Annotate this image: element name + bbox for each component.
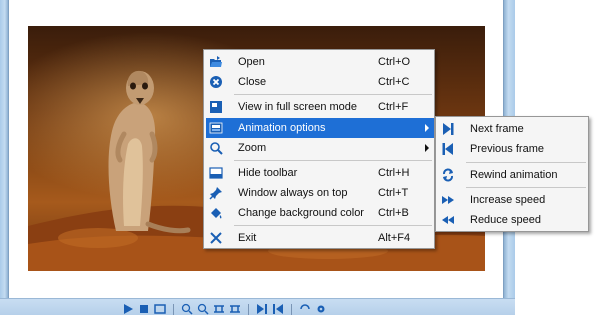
paint-bucket-icon xyxy=(211,208,222,219)
submenu-item-label: Reduce speed xyxy=(470,214,541,226)
fullscreen-icon xyxy=(210,101,222,113)
rewind-loop-icon xyxy=(443,168,453,182)
menu-item-change-background-color[interactable]: Change background color Ctrl+B xyxy=(206,203,434,223)
fit-width-icon[interactable] xyxy=(213,303,225,315)
exit-x-icon xyxy=(210,232,222,244)
play-icon[interactable] xyxy=(122,303,134,315)
toolbar-icon xyxy=(209,167,223,179)
menu-item-shortcut: Ctrl+F xyxy=(378,101,409,113)
menu-item-label: Zoom xyxy=(238,142,267,154)
submenu-item-label: Next frame xyxy=(470,123,524,135)
fast-forward-icon xyxy=(442,196,454,204)
menu-item-hide-toolbar[interactable]: Hide toolbar Ctrl+H xyxy=(206,163,434,183)
submenu-item-rewind-animation[interactable]: Rewind animation xyxy=(438,165,588,185)
window-frame-left xyxy=(0,0,9,315)
previous-frame-icon xyxy=(442,143,453,155)
menu-item-close[interactable]: Close Ctrl+C xyxy=(206,72,434,92)
next-frame-icon[interactable] xyxy=(256,303,268,315)
menu-separator xyxy=(466,187,586,188)
zoom-out-icon[interactable] xyxy=(197,303,209,315)
submenu-item-increase-speed[interactable]: Increase speed xyxy=(438,190,588,210)
menu-item-shortcut: Ctrl+C xyxy=(378,76,410,88)
menu-item-label: Close xyxy=(238,76,267,88)
fullscreen-icon[interactable] xyxy=(154,303,166,315)
zoom-in-icon[interactable] xyxy=(181,303,193,315)
fast-rewind-icon xyxy=(442,216,454,224)
menu-item-shortcut: Ctrl+H xyxy=(378,167,410,179)
submenu-item-reduce-speed[interactable]: Reduce speed xyxy=(438,210,588,230)
menu-item-label: Exit xyxy=(238,232,257,244)
viewer-toolbar xyxy=(122,303,327,315)
menu-separator xyxy=(234,94,432,95)
menu-item-shortcut: Ctrl+B xyxy=(378,207,409,219)
gear-icon[interactable] xyxy=(315,303,327,315)
menu-item-shortcut: Alt+F4 xyxy=(378,232,411,244)
magnifier-icon xyxy=(210,142,223,155)
submenu-arrow-icon xyxy=(425,124,429,132)
menu-item-animation-options[interactable]: Animation options xyxy=(206,118,434,138)
animation-options-submenu: Next frame Previous frame Rewind animati… xyxy=(435,116,589,232)
submenu-arrow-icon xyxy=(425,144,429,152)
toolbar-separator xyxy=(248,303,249,315)
menu-item-zoom[interactable]: Zoom xyxy=(206,138,434,158)
menu-separator xyxy=(234,225,432,226)
menu-item-full-screen[interactable]: View in full screen mode Ctrl+F xyxy=(206,97,434,117)
film-icon xyxy=(209,122,223,134)
submenu-item-next-frame[interactable]: Next frame xyxy=(438,119,588,139)
menu-item-open[interactable]: Open Ctrl+O xyxy=(206,52,434,72)
previous-frame-icon[interactable] xyxy=(272,303,284,315)
menu-item-shortcut: Ctrl+O xyxy=(378,56,411,68)
fit-height-icon[interactable] xyxy=(229,303,241,315)
toolbar-separator xyxy=(291,303,292,315)
context-menu: Open Ctrl+O Close Ctrl+C View in full sc… xyxy=(203,49,435,249)
menu-item-label: Hide toolbar xyxy=(238,167,298,179)
open-folder-icon xyxy=(210,56,222,67)
menu-item-label: Open xyxy=(238,56,265,68)
menu-separator xyxy=(466,162,586,163)
submenu-item-label: Previous frame xyxy=(470,143,544,155)
menu-item-label: Window always on top xyxy=(238,187,348,199)
menu-item-label: Change background color xyxy=(238,207,364,219)
submenu-item-label: Increase speed xyxy=(470,194,546,206)
toolbar-separator xyxy=(173,303,174,315)
next-frame-icon xyxy=(443,123,454,135)
pin-icon xyxy=(209,187,222,200)
menu-item-always-on-top[interactable]: Window always on top Ctrl+T xyxy=(206,183,434,203)
menu-item-label: Animation options xyxy=(238,122,326,134)
rewind-loop-icon[interactable] xyxy=(299,303,311,315)
submenu-item-label: Rewind animation xyxy=(470,169,558,181)
close-circle-icon xyxy=(210,76,222,88)
submenu-item-previous-frame[interactable]: Previous frame xyxy=(438,139,588,159)
menu-item-exit[interactable]: Exit Alt+F4 xyxy=(206,228,434,248)
menu-separator xyxy=(234,160,432,161)
stop-icon[interactable] xyxy=(138,303,150,315)
menu-item-shortcut: Ctrl+T xyxy=(378,187,409,199)
menu-item-label: View in full screen mode xyxy=(238,101,358,113)
